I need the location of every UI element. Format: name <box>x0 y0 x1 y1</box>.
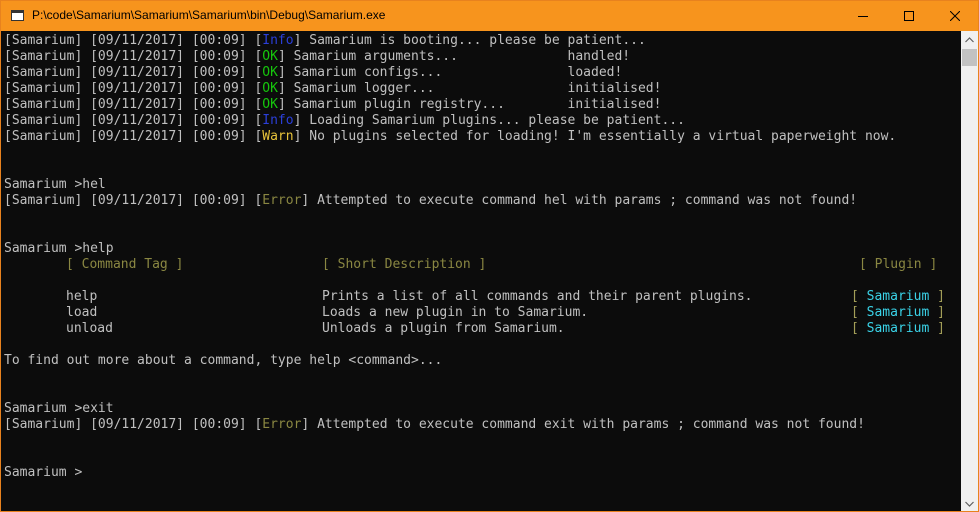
help-plugin: [ Samarium ] <box>851 321 945 336</box>
log-message: Attempted to execute command exit with p… <box>309 417 865 432</box>
log-prefix: [Samarium] [09/11/2017] [00:09] <box>4 49 255 64</box>
log-message: Samarium plugin registry... initialised! <box>285 97 662 112</box>
log-tag-error: Error <box>262 193 302 208</box>
log-line: [Samarium] [09/11/2017] [00:09] [Info] L… <box>4 113 685 128</box>
scrollbar-thumb[interactable] <box>962 49 977 66</box>
scroll-down-arrow-icon <box>965 501 974 507</box>
help-footer: To find out more about a command, type h… <box>4 353 443 368</box>
command-input-line[interactable]: Samarium > <box>4 465 962 481</box>
log-line: [Samarium] [09/11/2017] [00:09] [OK] Sam… <box>4 97 662 112</box>
help-plugin: [ Samarium ] <box>851 305 945 320</box>
vertical-scrollbar[interactable] <box>961 31 978 511</box>
console-window: P:\code\Samarium\Samarium\Samarium\bin\D… <box>0 0 979 512</box>
log-line: [Samarium] [09/11/2017] [00:09] [Info] S… <box>4 33 646 48</box>
header-command-tag: [ Command Tag ] <box>66 257 184 272</box>
command-prompt: Samarium >hel <box>4 177 106 192</box>
log-message: Samarium is booting... please be patient… <box>301 33 646 48</box>
console-app-icon <box>11 10 24 21</box>
log-tag-ok: OK <box>262 97 278 112</box>
log-tag-ok: OK <box>262 81 278 96</box>
log-prefix: [Samarium] [09/11/2017] [00:09] <box>4 81 255 96</box>
command-prompt: Samarium >help <box>4 241 114 256</box>
help-description: Loads a new plugin in to Samarium. <box>322 305 589 320</box>
log-message: Samarium logger... initialised! <box>285 81 662 96</box>
log-line: [Samarium] [09/11/2017] [00:09] [Error] … <box>4 193 858 208</box>
minimize-button[interactable] <box>840 1 886 31</box>
help-command-tag: load <box>66 305 98 320</box>
help-row: unload Unloads a plugin from Samarium. [… <box>4 321 962 337</box>
console-output[interactable]: [Samarium] [09/11/2017] [00:09] [Info] S… <box>1 31 962 511</box>
log-prefix: [Samarium] [09/11/2017] [00:09] <box>4 65 255 80</box>
header-plugin: [ Plugin ] <box>859 257 938 272</box>
help-command-tag: unload <box>66 321 113 336</box>
title-bar[interactable]: P:\code\Samarium\Samarium\Samarium\bin\D… <box>1 1 978 31</box>
log-tag-error: Error <box>262 417 302 432</box>
log-tag-info: Info <box>262 33 294 48</box>
log-message: No plugins selected for loading! I'm ess… <box>301 129 897 144</box>
help-description: Prints a list of all commands and their … <box>322 289 753 304</box>
log-message: Samarium configs... loaded! <box>285 65 623 80</box>
scroll-up-button[interactable] <box>961 31 978 48</box>
header-short-description: [ Short Description ] <box>322 257 487 272</box>
log-line: [Samarium] [09/11/2017] [00:09] [Warn] N… <box>4 129 897 144</box>
help-row: help Prints a list of all commands and t… <box>4 289 962 305</box>
log-prefix: [Samarium] [09/11/2017] [00:09] <box>4 33 255 48</box>
log-message: Attempted to execute command hel with pa… <box>309 193 858 208</box>
current-prompt: Samarium > <box>4 465 91 480</box>
log-message: Samarium arguments... handled! <box>285 49 631 64</box>
log-prefix: [Samarium] [09/11/2017] [00:09] <box>4 97 255 112</box>
help-row: load Loads a new plugin in to Samarium. … <box>4 305 962 321</box>
log-tag-warn: Warn <box>262 129 294 144</box>
log-message: Loading Samarium plugins... please be pa… <box>301 113 685 128</box>
log-prefix: [Samarium] [09/11/2017] [00:09] <box>4 193 255 208</box>
log-prefix: [Samarium] [09/11/2017] [00:09] <box>4 113 255 128</box>
maximize-button[interactable] <box>886 1 932 31</box>
log-line: [Samarium] [09/11/2017] [00:09] [OK] Sam… <box>4 65 623 80</box>
close-button[interactable] <box>932 1 978 31</box>
log-prefix: [Samarium] [09/11/2017] [00:09] <box>4 129 255 144</box>
log-line: [Samarium] [09/11/2017] [00:09] [OK] Sam… <box>4 49 631 64</box>
maximize-icon <box>904 11 914 21</box>
minimize-icon <box>858 16 868 17</box>
help-command-tag: help <box>66 289 98 304</box>
help-description: Unloads a plugin from Samarium. <box>322 321 565 336</box>
help-plugin: [ Samarium ] <box>851 289 945 304</box>
log-prefix: [Samarium] [09/11/2017] [00:09] <box>4 417 255 432</box>
scroll-down-button[interactable] <box>961 495 978 511</box>
log-tag-ok: OK <box>262 49 278 64</box>
log-tag-ok: OK <box>262 65 278 80</box>
window-title: P:\code\Samarium\Samarium\Samarium\bin\D… <box>32 8 386 22</box>
log-line: [Samarium] [09/11/2017] [00:09] [OK] Sam… <box>4 81 662 96</box>
close-icon <box>950 11 960 21</box>
log-tag-info: Info <box>262 113 294 128</box>
log-line: [Samarium] [09/11/2017] [00:09] [Error] … <box>4 417 865 432</box>
help-header-row: [ Command Tag ] [ Short Description ] [ … <box>4 257 962 273</box>
scroll-up-arrow-icon <box>965 36 974 42</box>
command-prompt: Samarium >exit <box>4 401 114 416</box>
